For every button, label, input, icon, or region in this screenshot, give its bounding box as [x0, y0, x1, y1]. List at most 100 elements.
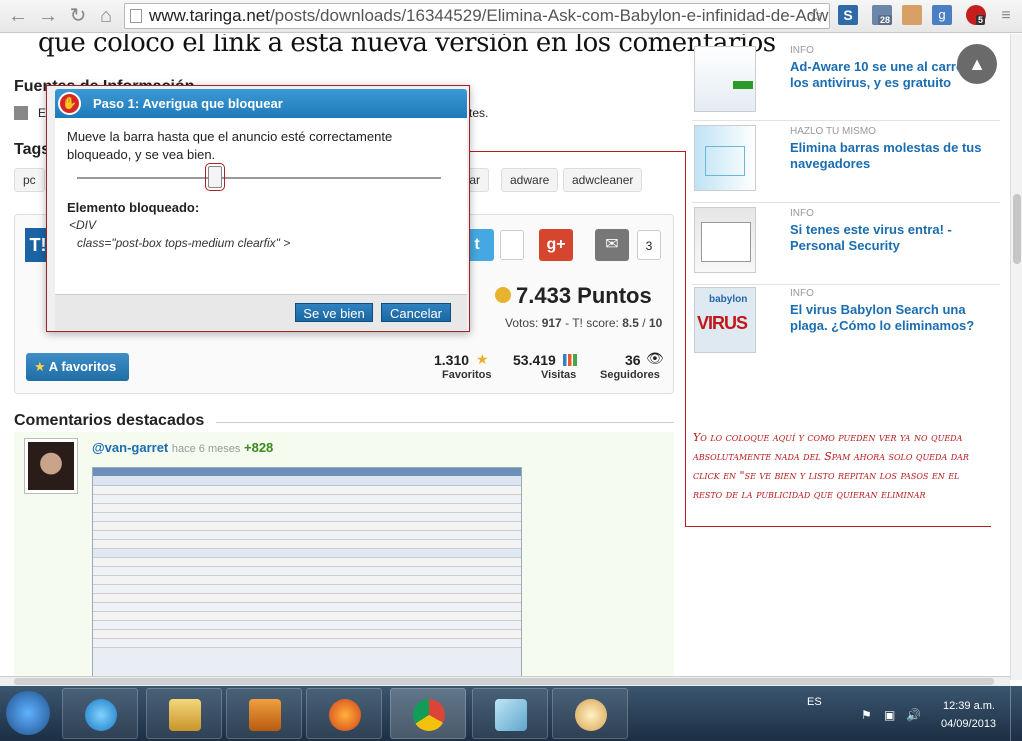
page-headline: que coloco el link a esta nueva versión … [38, 34, 776, 58]
taskbar-paint[interactable] [552, 688, 628, 739]
sidebar-category-2: HAZLO TU MISMO [790, 126, 876, 137]
clock-time[interactable]: 12:39 a.m. [943, 700, 995, 712]
score-max: 10 [648, 316, 663, 330]
votes-value: 917 [541, 316, 562, 330]
dialog-title: Paso 1: Averigua que bloquear [93, 96, 283, 111]
sidebar-category-3: INFO [790, 208, 814, 219]
annotation-note: Yo lo coloque aquí y como pueden ver ya … [693, 431, 969, 501]
visits-count: 53.419 [513, 352, 556, 368]
s-extension-icon[interactable]: S [838, 5, 858, 25]
stop-hand-icon: ✋ [58, 92, 81, 115]
slider-track[interactable] [77, 177, 441, 179]
sidebar-thumb-2 [694, 125, 756, 191]
taskbar-media[interactable] [226, 688, 302, 739]
favorites-count: 1.310 [434, 352, 470, 368]
sidebar-item-personal-security[interactable]: INFO Si tenes este virus entra! - Person… [692, 202, 1000, 282]
comment-header: @van-garret hace 6 meses +828 [92, 440, 273, 455]
reload-icon[interactable]: ↻ [66, 4, 90, 28]
sidebar-item-barras[interactable]: HAZLO TU MISMO Elimina barras molestas d… [692, 120, 1000, 200]
notes-extension-icon[interactable] [902, 5, 922, 25]
volume-icon[interactable]: 🔊 [906, 708, 921, 722]
folder-icon [169, 699, 201, 731]
googleplus-share-icon[interactable]: g+ [539, 229, 573, 261]
sidebar-item-adaware[interactable]: INFO Ad-Aware 10 se une al carro de los … [692, 38, 1000, 118]
web-page: que coloco el link a esta nueva versión … [0, 34, 1010, 680]
score-label: - T! score: [565, 316, 619, 330]
favorites-label: Favoritos [442, 369, 492, 381]
tag-adware[interactable]: adware [501, 168, 559, 192]
comment-score: +828 [244, 440, 274, 455]
extension-badge: 28 [878, 15, 893, 25]
sidebar-item-babylon[interactable]: babylon VIRUS INFO El virus Babylon Sear… [692, 284, 1000, 364]
sidebar-thumb-1 [694, 46, 756, 112]
block-element-dialog: ✋ Paso 1: Averigua que bloquear Mueve la… [46, 85, 470, 332]
flag-icon[interactable]: ⚑ [861, 708, 872, 722]
commenter-avatar[interactable] [24, 438, 78, 494]
back-arrow-icon[interactable]: ← [6, 4, 30, 28]
forward-arrow-icon[interactable]: → [36, 4, 60, 28]
taskbar: ES ⚑ ▣ 🔊 12:39 a.m. 04/09/2013 [0, 686, 1022, 741]
tag-adwcleaner[interactable]: adwcleaner [563, 168, 643, 192]
scrollbar-thumb[interactable] [1013, 194, 1021, 264]
dialog-footer: Se ve bien Cancelar [55, 294, 467, 330]
cancel-button[interactable]: Cancelar [381, 303, 451, 322]
email-share-icon[interactable]: ✉ [595, 229, 629, 261]
votes-line: Votos: 917 - T! score: 8.5 / 10 [505, 316, 663, 330]
horizontal-scrollbar-thumb[interactable] [14, 678, 994, 685]
internet-explorer-icon [85, 699, 117, 731]
weather-extension-icon[interactable]: 28 [872, 5, 893, 25]
slider-handle[interactable] [205, 163, 226, 191]
clock-date[interactable]: 04/09/2013 [941, 718, 996, 730]
address-bar[interactable]: www.taringa.net/posts/downloads/16344529… [124, 3, 830, 29]
menu-icon[interactable]: ≡ [994, 4, 1018, 28]
blocked-element-line-2: class="post-box tops-medium clearfix" > [77, 236, 291, 250]
followers-label: Seguidores [600, 369, 660, 381]
comments-title: Comentarios destacados [14, 412, 205, 429]
comment-user[interactable]: @van-garret [92, 440, 168, 455]
adblock-extension-icon[interactable]: 5 [966, 5, 986, 25]
add-favorite-button[interactable]: ★ A favoritos [26, 353, 129, 381]
language-indicator[interactable]: ES [807, 696, 822, 708]
taskbar-ie[interactable] [62, 688, 138, 739]
star-icon: ★ [34, 359, 46, 374]
paint-icon [575, 699, 607, 731]
score-value: 8.5 [622, 316, 639, 330]
taskbar-notepad[interactable] [472, 688, 548, 739]
taskbar-explorer[interactable] [146, 688, 222, 739]
visits-chart-icon [563, 354, 577, 366]
show-desktop-button[interactable] [1010, 686, 1022, 741]
twitter-count [500, 230, 524, 260]
virus-thumb-text: VIRUS [697, 313, 748, 333]
browser-toolbar: ← → ↻ ⌂ www.taringa.net/posts/downloads/… [0, 0, 1022, 33]
comment-time: hace 6 meses [171, 443, 241, 455]
eye-icon: 👁 [646, 350, 664, 366]
dialog-body: Mueve la barra hasta que el anuncio esté… [55, 118, 467, 294]
annotation-line-vertical [685, 151, 686, 527]
points-value: 7.433 Puntos [516, 283, 652, 308]
network-icon[interactable]: ▣ [884, 708, 895, 722]
sidebar-title-3[interactable]: Si tenes este virus entra! - Personal Se… [790, 222, 998, 254]
babylon-thumb-text: babylon [709, 294, 748, 305]
taskbar-chrome[interactable] [390, 688, 466, 739]
sidebar-title-4[interactable]: El virus Babylon Search una plaga. ¿Cómo… [790, 302, 998, 334]
source-text-suffix: tes. [469, 106, 489, 120]
sidebar-title-2[interactable]: Elimina barras molestas de tus navegador… [790, 140, 998, 172]
sidebar-thumb-3 [694, 207, 756, 273]
taskbar-firefox[interactable] [306, 688, 382, 739]
vertical-scrollbar[interactable] [1010, 34, 1022, 680]
scroll-top-icon[interactable]: ▲ [957, 44, 997, 84]
home-icon[interactable]: ⌂ [94, 4, 118, 28]
url-path: /posts/downloads/16344529/Elimina-Ask-co… [269, 6, 830, 25]
looks-good-button[interactable]: Se ve bien [295, 303, 373, 322]
blocked-element-label: Elemento bloqueado: [67, 200, 200, 215]
comments-divider [216, 422, 674, 423]
favorite-button-label: A favoritos [48, 359, 117, 374]
start-button-icon[interactable] [6, 691, 50, 735]
tag-pc[interactable]: pc [14, 168, 45, 192]
dialog-header: ✋ Paso 1: Averigua que bloquear [55, 89, 467, 118]
sidebar-category-1: INFO [790, 45, 814, 56]
bookmark-star-icon[interactable]: ☆ [807, 4, 825, 28]
horizontal-scrollbar[interactable] [0, 676, 1010, 686]
google-extension-icon[interactable]: g [932, 5, 952, 25]
adblock-badge: 5 [976, 15, 986, 25]
